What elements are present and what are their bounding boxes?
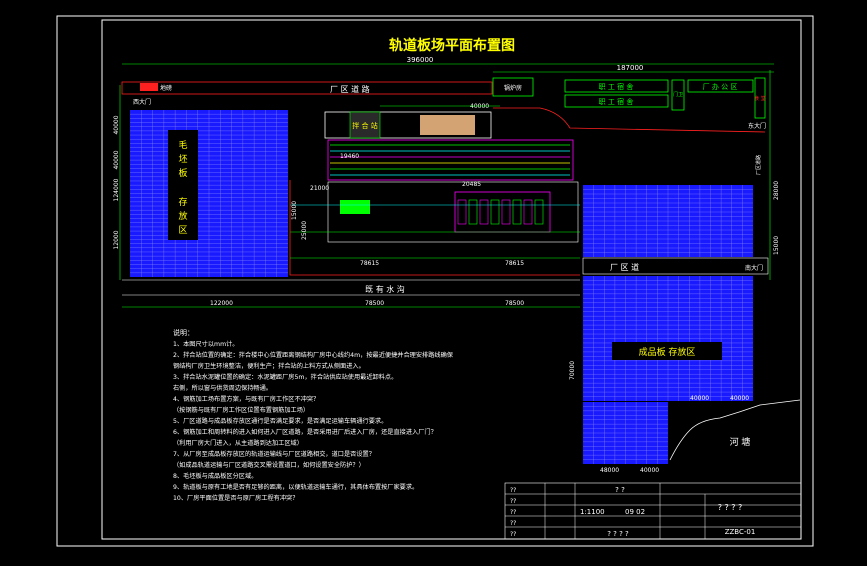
- equipment-cell: [479, 199, 489, 225]
- bottom-right-dim-3: 40000: [640, 467, 659, 474]
- mixing-plant-label: 拌 合 站: [352, 121, 377, 130]
- warehouse-block: [420, 115, 475, 135]
- blank-zone-char-2: 板: [178, 167, 187, 179]
- mid-dim-3: 15000: [291, 201, 298, 220]
- equipment-a: [340, 200, 370, 214]
- left-dim-1: 40000: [113, 150, 120, 169]
- finished-zone-label: 成品板 存放区: [639, 346, 696, 358]
- mid-dim-2: 21000: [310, 185, 329, 192]
- dim-78615-b: 78615: [505, 260, 524, 267]
- bottom-right-dim-2: 48000: [600, 467, 619, 474]
- note-line: 1、本图尺寸以mm计。: [173, 340, 239, 348]
- tb-marks-b: ? ? ? ?: [718, 503, 743, 512]
- tb-row-3: ??: [510, 520, 516, 527]
- tb-row-0: ??: [510, 487, 516, 494]
- dim-total: 396000: [407, 56, 434, 64]
- tb-row-1: ??: [510, 498, 516, 505]
- note-line: 3、拌合站水泥罐位置的确定：水泥罐距厂房5m，拌合站供应站使用最近卸料点。: [173, 373, 397, 381]
- river-bank: [669, 399, 801, 461]
- mid-dim-40000: 40000: [470, 103, 489, 110]
- drawing-svg: 轨道板场平面布置图 396000 187000 地磅 厂 区 道 路 西大门 锅…: [56, 15, 814, 547]
- dim-78615-a: 78615: [360, 260, 379, 267]
- note-line: 9、轨道板与原有工地是否有足够的距离，以便轨道运输车通行，其具体布置按厂家要求。: [173, 483, 418, 491]
- river-label: 河 塘: [730, 436, 751, 448]
- cad-drawing-canvas: 轨道板场平面布置图 396000 187000 地磅 厂 区 道 路 西大门 锅…: [0, 0, 867, 562]
- note-line: 钢结构厂房卫生环境整洁，便利生产；拌合站的上料方式从侧面进入。: [173, 362, 365, 370]
- weighbridge-label: 地磅: [160, 84, 172, 92]
- right-dim-2: 70000: [569, 361, 576, 380]
- left-dim-2: 124000: [113, 178, 120, 201]
- site-boundary: [289, 180, 580, 276]
- right-dim-1: 15000: [773, 236, 780, 255]
- note-line: （如成品轨道运输与厂区道路交叉需设置道口，如何设置安全防护？）: [173, 461, 365, 469]
- right-road-edge: [493, 107, 766, 133]
- note-line: 6、钢筋加工和周转料的进入如何进入厂区道路，是否采用进厂后进入厂房，还是直接进入…: [173, 428, 437, 436]
- left-dim-0: 40000: [113, 115, 120, 134]
- bottom-right-dim-0: 40000: [690, 395, 709, 402]
- south-gate-label: 南大门: [745, 264, 763, 272]
- dim-78500-a: 78500: [365, 300, 384, 307]
- east-gate-label: 东大门: [748, 122, 766, 130]
- notes-block: 说明： 1、本图尺寸以mm计。 2、拌合站位置的确定：拌合楼中心位置距离钢结构厂房…: [173, 328, 454, 502]
- office-label: 厂 办 公 区: [703, 82, 738, 91]
- note-line: 7、从厂房至成品板存放区的轨道运输线与厂区道路相交，道口是否设置？: [173, 450, 375, 458]
- tb-row-4: ??: [510, 531, 516, 538]
- mid-dim-4: 25000: [301, 221, 308, 240]
- boiler-room-label: 锅炉房: [504, 84, 522, 92]
- note-line: 8、毛坯板与成品板区分区域。: [173, 472, 257, 480]
- right-road-label: 厂区道路: [755, 155, 762, 175]
- dorm-2-label: 职 工 宿 舍: [599, 97, 634, 106]
- dim-right: 187000: [617, 64, 644, 72]
- blank-zone-char-0: 毛: [178, 139, 187, 151]
- note-line: （利用厂房大门进入，从主道路到达加工区域）: [173, 439, 303, 447]
- tb-row-2: ??: [510, 509, 516, 516]
- mid-dim-0: 19460: [340, 153, 359, 160]
- equipment-cell: [523, 199, 533, 225]
- factory-road-top-label: 厂 区 道 路: [330, 84, 370, 94]
- ditch-label: 既 有 水 沟: [365, 284, 405, 294]
- note-line: 4、钢筋加工场布置方案，与既有厂房工作区不冲突？: [173, 395, 319, 403]
- tb-drawing-no: ZZBC-01: [725, 528, 756, 536]
- equipment-cell: [512, 199, 522, 225]
- blank-zone-char-3: 存: [178, 196, 187, 208]
- tb-sheet: 09 02: [625, 508, 645, 516]
- drawing-title: 轨道板场平面布置图: [389, 37, 515, 54]
- blank-zone-char-1: 坯: [178, 153, 187, 165]
- canteen-label: 食 堂: [754, 95, 766, 102]
- tb-marks-c: ? ? ? ?: [607, 530, 629, 538]
- note-line: 2、拌合站位置的确定：拌合楼中心位置距离钢结构厂房中心线约4m，按最近便捷并合理…: [173, 351, 454, 359]
- equipment-cell: [468, 199, 478, 225]
- blank-zone-char-5: 区: [178, 225, 187, 236]
- production-line-a: [327, 139, 574, 181]
- guard-label: 门卫: [673, 91, 683, 98]
- tb-marks-a: ? ?: [615, 486, 625, 494]
- dim-122000: 122000: [210, 300, 233, 307]
- note-line: 5、厂区道路与成品板存放区通行是否满足要求，是否满足运输车辆通行要求。: [173, 417, 387, 425]
- equipment-cell: [501, 199, 511, 225]
- blank-zone-char-4: 放: [178, 210, 187, 222]
- weighbridge: [140, 83, 158, 91]
- note-line: 右侧，所以窗与供货周边保持畅通。: [173, 384, 272, 392]
- equipment-cell: [457, 199, 467, 225]
- blank-storage-grid: [130, 110, 288, 277]
- equipment-cells: [457, 199, 544, 225]
- tb-scale: 1:1100: [580, 508, 605, 516]
- west-gate-label: 西大门: [133, 98, 151, 106]
- note-line: （按钢筋与既有厂房工作区位置布置钢筋加工场）: [173, 406, 309, 414]
- dorm-1-label: 职 工 宿 舍: [599, 82, 634, 91]
- bottom-right-dim-1: 40000: [730, 395, 749, 402]
- title-block: ?? ?? ?? ?? ?? ? ? 1:1100 09 02 ? ? ? ? …: [504, 482, 802, 540]
- top-road-band: [121, 81, 493, 95]
- equipment-cell: [534, 199, 544, 225]
- right-dim-0: 28000: [773, 181, 780, 200]
- factory-road-right-label: 厂 区 道: [610, 262, 639, 272]
- dim-78500-b: 78500: [505, 300, 524, 307]
- notes-heading: 说明：: [173, 328, 194, 337]
- equipment-cell: [490, 199, 500, 225]
- left-dim-3: 12000: [113, 230, 120, 249]
- note-line: 10、厂房平面位置是否与原厂房工程有冲突？: [173, 494, 298, 502]
- production-lines: [330, 144, 570, 176]
